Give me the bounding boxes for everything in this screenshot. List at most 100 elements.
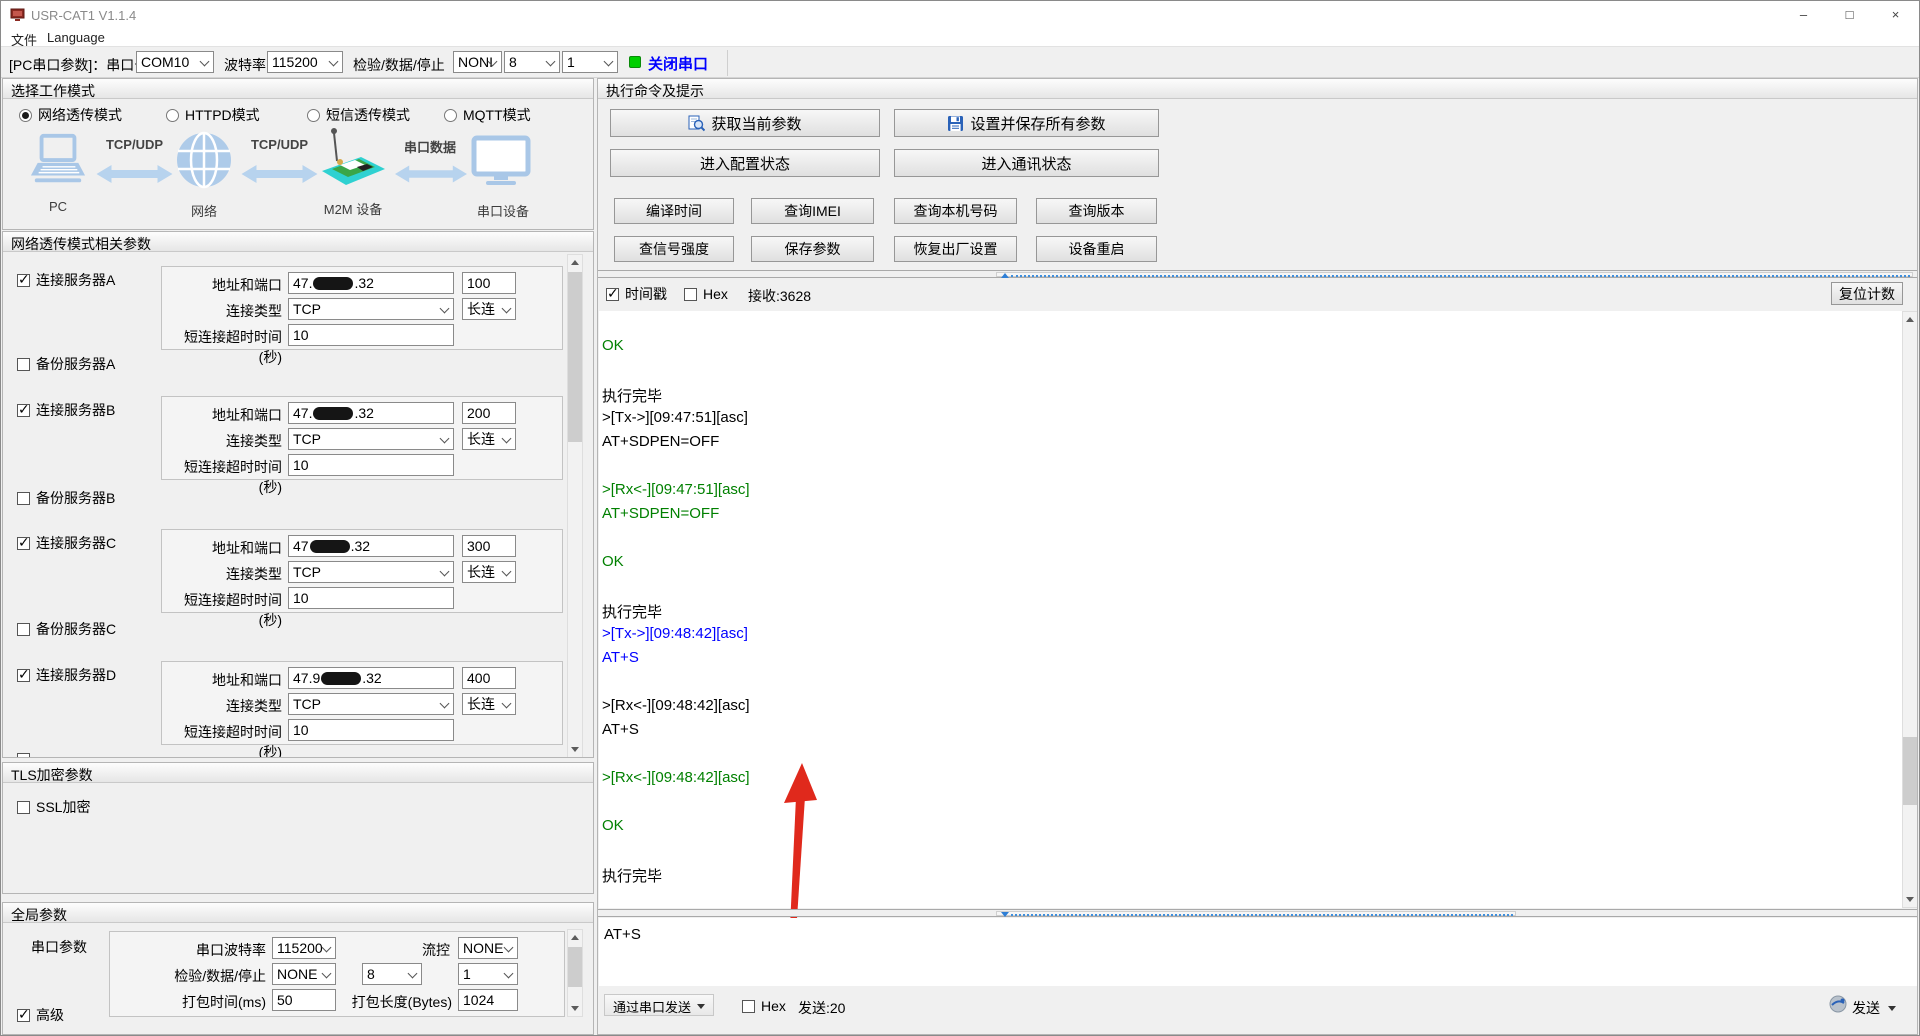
server-b-address-input[interactable]: 47..32 — [288, 402, 454, 424]
global-baud-value: 115200 — [277, 940, 323, 956]
server-c-conn-type-select[interactable]: TCP — [288, 561, 454, 583]
menu-language[interactable]: Language — [43, 29, 109, 46]
server-a-port-input[interactable] — [462, 272, 516, 294]
compile-time-button[interactable]: 编译时间 — [614, 198, 734, 224]
send-icon[interactable] — [1829, 995, 1847, 1013]
scroll-up-icon[interactable] — [568, 930, 582, 945]
server-d-address-input[interactable]: 47.9.32 — [288, 667, 454, 689]
server-d-keepalive-select[interactable]: 长连 — [462, 693, 516, 715]
scrollbar-thumb[interactable] — [568, 272, 582, 442]
close-button[interactable]: × — [1873, 1, 1918, 28]
close-serial-button[interactable]: 关闭串口 — [648, 53, 708, 74]
query-version-button[interactable]: 查询版本 — [1036, 198, 1157, 224]
server-b-port-input[interactable] — [462, 402, 516, 424]
baud-select[interactable]: 115200 — [267, 51, 343, 73]
server-c-port-input[interactable] — [462, 535, 516, 557]
parity-select[interactable]: NONI — [453, 51, 502, 73]
splitter-dots — [1011, 275, 1910, 277]
query-phone-number-button[interactable]: 查询本机号码 — [894, 198, 1017, 224]
collapse-up-icon[interactable] — [1001, 273, 1009, 278]
scroll-down-icon[interactable] — [1903, 892, 1917, 907]
reset-count-button[interactable]: 复位计数 — [1831, 282, 1903, 305]
query-signal-button[interactable]: 查信号强度 — [614, 236, 734, 262]
stopbits-select[interactable]: 1 — [562, 51, 618, 73]
server-c-keepalive-select[interactable]: 长连 — [462, 561, 516, 583]
send-input[interactable]: AT+S — [599, 918, 1917, 986]
mode-radio-net-passthrough[interactable]: 网络透传模式 — [19, 107, 122, 123]
enter-comm-button[interactable]: 进入通讯状态 — [894, 149, 1159, 177]
server-c-address-input[interactable]: 47.32 — [288, 535, 454, 557]
scroll-up-icon[interactable] — [568, 255, 582, 270]
splitter-grip[interactable] — [996, 911, 1516, 916]
server-a-keepalive-select[interactable]: 长连 — [462, 298, 516, 320]
server-d-timeout-input[interactable] — [288, 719, 454, 741]
splitter-grip[interactable] — [996, 272, 1913, 277]
query-imei-button[interactable]: 查询IMEI — [751, 198, 874, 224]
send-via-serial-dropdown[interactable]: 通过串口发送 — [604, 994, 714, 1016]
global-baud-select[interactable]: 115200 — [272, 937, 336, 959]
timestamp-checkbox[interactable]: 时间戳 — [606, 286, 667, 302]
backup-server-a-checkbox[interactable]: 备份服务器A — [17, 356, 115, 372]
ssl-checkbox[interactable]: SSL加密 — [17, 799, 90, 815]
advanced-checkbox[interactable]: 高级 — [17, 1007, 64, 1023]
server-list-scrollbar[interactable] — [567, 254, 583, 758]
timeout-label: 短连接超时时间(秒) — [162, 722, 282, 758]
server-d-port-input[interactable] — [462, 667, 516, 689]
set-save-params-button[interactable]: 设置并保存所有参数 — [894, 109, 1159, 137]
factory-reset-button[interactable]: 恢复出厂设置 — [894, 236, 1017, 262]
send-button[interactable]: 发送 — [1852, 998, 1896, 1018]
chevron-down-icon — [604, 57, 614, 67]
server-b-conn-type-select[interactable]: TCP — [288, 428, 454, 450]
pack-length-input[interactable] — [458, 989, 518, 1011]
databits-select[interactable]: 8 — [504, 51, 560, 73]
server-b-keepalive-select[interactable]: 长连 — [462, 428, 516, 450]
baud-label: 波特率 — [224, 55, 266, 75]
scroll-down-icon[interactable] — [568, 742, 582, 757]
send-hex-checkbox[interactable]: Hex — [742, 998, 786, 1014]
server-a-address-input[interactable]: 47..32 — [288, 272, 454, 294]
server-c-timeout-input[interactable] — [288, 587, 454, 609]
radio-icon — [444, 109, 457, 122]
server-a-conn-type-select[interactable]: TCP — [288, 298, 454, 320]
command-group: 执行命令及提示 获取当前参数 设置并保存所有参数 进入配置状态 进入通讯状态 编… — [597, 78, 1918, 1035]
global-stopbits-value: 1 — [463, 966, 471, 982]
save-params-button[interactable]: 保存参数 — [751, 236, 874, 262]
server-b-checkbox[interactable]: 连接服务器B — [17, 402, 115, 418]
collapse-down-icon[interactable] — [1001, 912, 1009, 917]
scroll-down-icon[interactable] — [568, 1001, 582, 1016]
scroll-up-icon[interactable] — [1903, 312, 1917, 327]
log-scrollbar[interactable] — [1902, 311, 1918, 908]
log-hex-checkbox[interactable]: Hex — [684, 286, 728, 302]
chevron-down-icon — [440, 434, 450, 444]
mode-radio-mqtt[interactable]: MQTT模式 — [444, 107, 531, 123]
mode-radio-httpd[interactable]: HTTPD模式 — [166, 107, 260, 123]
log-line: >[Tx->][09:47:51][asc] — [602, 409, 1902, 433]
backup-server-c-checkbox[interactable]: 备份服务器C — [17, 621, 116, 637]
global-scrollbar[interactable] — [567, 929, 583, 1017]
maximize-button[interactable]: □ — [1827, 1, 1872, 28]
global-databits-select[interactable]: 8 — [362, 963, 422, 985]
server-a-checkbox[interactable]: 连接服务器A — [17, 272, 115, 288]
minimize-button[interactable]: – — [1781, 1, 1826, 28]
get-params-button[interactable]: 获取当前参数 — [610, 109, 880, 137]
server-c-checkbox[interactable]: 连接服务器C — [17, 535, 116, 551]
enter-config-button[interactable]: 进入配置状态 — [610, 149, 880, 177]
mode-radio-sms-passthrough[interactable]: 短信透传模式 — [307, 107, 410, 123]
server-d-conn-type-select[interactable]: TCP — [288, 693, 454, 715]
global-parity-select[interactable]: NONE — [272, 963, 336, 985]
log-splitter-bottom[interactable] — [598, 909, 1917, 917]
server-a-timeout-input[interactable] — [288, 324, 454, 346]
server-b-timeout-input[interactable] — [288, 454, 454, 476]
flow-control-select[interactable]: NONE — [458, 937, 518, 959]
log-splitter-top[interactable] — [598, 270, 1917, 278]
chevron-down-icon — [200, 57, 210, 67]
com-port-select[interactable]: COM10 — [136, 51, 214, 73]
global-stopbits-select[interactable]: 1 — [458, 963, 518, 985]
global-pds-label: 检验/数据/停止 — [110, 966, 266, 986]
device-restart-button[interactable]: 设备重启 — [1036, 236, 1157, 262]
backup-server-b-checkbox[interactable]: 备份服务器B — [17, 490, 115, 506]
scrollbar-thumb[interactable] — [1903, 737, 1917, 805]
server-d-checkbox[interactable]: 连接服务器D — [17, 667, 116, 683]
scrollbar-thumb[interactable] — [568, 947, 582, 987]
pack-time-input[interactable] — [272, 989, 336, 1011]
